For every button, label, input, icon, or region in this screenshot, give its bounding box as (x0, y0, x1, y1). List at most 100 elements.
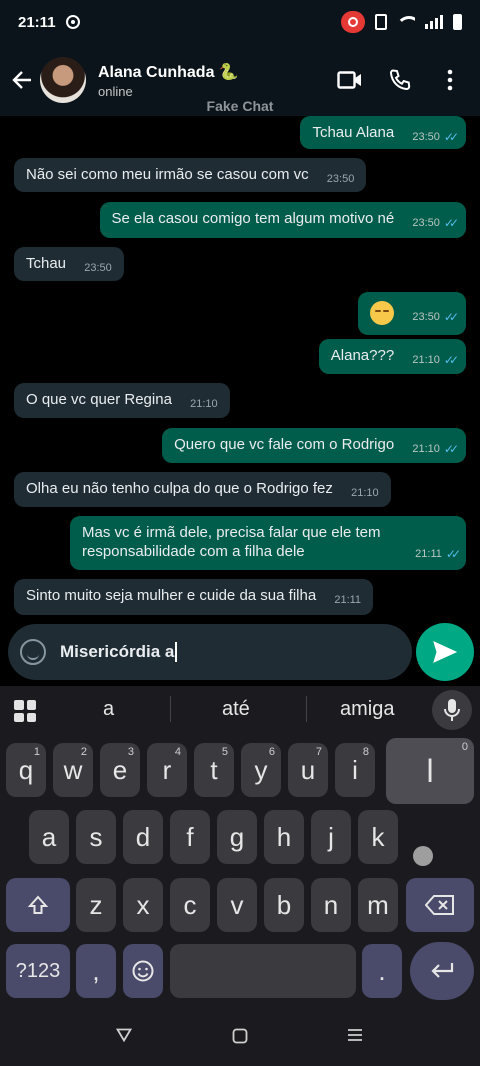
nav-back-icon[interactable] (115, 1028, 133, 1047)
message-incoming[interactable]: Não sei como meu irmão se casou com vc 2… (14, 158, 367, 192)
message-outgoing[interactable]: Se ela casou comigo tem algum motivo né … (99, 202, 466, 238)
message-input[interactable]: Misericórdia a (8, 624, 412, 680)
message-outgoing[interactable]: Quero que vc fale com o Rodrigo 21:10 ✓✓ (162, 428, 466, 463)
more-options-icon[interactable] (436, 66, 464, 94)
key-g[interactable]: g (217, 810, 257, 864)
message-text: Se ela casou comigo tem algum motivo né (111, 210, 395, 227)
enter-key[interactable] (410, 942, 474, 1000)
key-t[interactable]: t5 (194, 743, 234, 797)
message-incoming[interactable]: Olha eu não tenho culpa do que o Rodrigo… (14, 472, 391, 507)
message-time: 23:50 (412, 217, 440, 229)
back-arrow-icon[interactable] (2, 60, 42, 100)
key-z[interactable]: z (76, 878, 116, 932)
key-m[interactable]: m (358, 878, 398, 932)
message-time: 23:50 (412, 310, 440, 323)
key-x[interactable]: x (123, 878, 163, 932)
nav-home-icon[interactable] (232, 1028, 248, 1049)
key-i[interactable]: i8 (335, 743, 375, 797)
key-s[interactable]: s (76, 810, 116, 864)
recording-icon (341, 11, 365, 33)
key-v[interactable]: v (217, 878, 257, 932)
microphone-icon[interactable] (432, 690, 472, 730)
space-key[interactable] (170, 944, 356, 998)
message-time: 23:50 (84, 262, 112, 274)
key-f[interactable]: f (170, 810, 210, 864)
suggestion-1[interactable]: a (103, 698, 114, 721)
key-w[interactable]: w2 (53, 743, 93, 797)
send-button[interactable] (416, 623, 474, 681)
message-outgoing[interactable]: 23:50 ✓✓ (358, 292, 466, 335)
read-ticks-icon: ✓✓ (445, 547, 461, 561)
suggestion-3[interactable]: amiga (340, 698, 394, 721)
message-outgoing[interactable]: Alana??? 21:10 ✓✓ (318, 339, 466, 374)
message-time: 21:10 (412, 443, 440, 455)
vibrate-icon (375, 14, 387, 30)
message-incoming[interactable]: O que vc quer Regina 21:10 (14, 383, 230, 418)
comma-key[interactable]: , (76, 944, 116, 998)
message-time: 21:10 (190, 398, 218, 410)
key-e[interactable]: e3 (100, 743, 140, 797)
key-n[interactable]: n (311, 878, 351, 932)
emoji-icon[interactable] (20, 639, 46, 665)
message-text: Alana??? (330, 347, 395, 364)
signal-icon (425, 15, 443, 29)
key-u[interactable]: u7 (288, 743, 328, 797)
key-h[interactable]: h (264, 810, 304, 864)
read-ticks-icon: ✓✓ (443, 309, 459, 324)
key-q[interactable]: q1 (6, 743, 46, 797)
avatar[interactable] (40, 57, 86, 103)
symbols-key[interactable]: ?123 (6, 944, 70, 998)
emoji-key[interactable] (123, 944, 163, 998)
enter-icon (431, 963, 454, 978)
message-time: 23:50 (326, 173, 355, 185)
contact-name: Alana Cunhada 🐍 (98, 63, 239, 81)
message-incoming[interactable]: Sinto muito seja mulher e cuide da sua f… (14, 579, 374, 615)
key-l-popup[interactable]: l0 (386, 738, 474, 804)
read-ticks-icon: ✓✓ (443, 130, 459, 144)
message-time: 23:50 (412, 131, 440, 143)
voice-call-icon[interactable] (386, 66, 414, 94)
key-c[interactable]: c (170, 878, 210, 932)
navigation-bar (0, 1010, 480, 1066)
message-input-text[interactable]: Misericórdia a (60, 642, 174, 662)
message-outgoing[interactable]: Mas vc é irmã dele, precisa falar que el… (70, 516, 466, 570)
key-b[interactable]: b (264, 878, 304, 932)
message-text: O que vc quer Regina (26, 391, 172, 408)
message-text: Tchau Alana (312, 124, 395, 141)
status-icons (341, 11, 462, 33)
message-time: 21:10 (412, 354, 440, 366)
backspace-key[interactable] (406, 878, 474, 932)
shift-key[interactable] (6, 878, 70, 932)
key-k[interactable]: k (358, 810, 398, 864)
read-ticks-icon: ✓✓ (443, 353, 459, 367)
key-a[interactable]: a (29, 810, 69, 864)
touch-indicator (413, 846, 433, 866)
message-outgoing[interactable]: Tchau Alana 23:50 ✓✓ (300, 116, 466, 149)
status-bar: 21:11 (0, 0, 480, 44)
contact-status: online (98, 83, 133, 99)
message-text: Sinto muito seja mulher e cuide da sua f… (26, 587, 317, 604)
composer: Misericórdia a (0, 622, 480, 686)
period-key[interactable]: . (362, 944, 402, 998)
suggestion-2[interactable]: até (222, 698, 250, 721)
video-call-icon[interactable] (336, 66, 364, 94)
read-ticks-icon: ✓✓ (443, 216, 459, 230)
read-ticks-icon: ✓✓ (443, 442, 459, 456)
key-j[interactable]: j (311, 810, 351, 864)
nav-recents-icon[interactable] (347, 1028, 363, 1047)
apps-grid-icon[interactable] (14, 700, 36, 722)
message-text: Tchau (26, 255, 67, 272)
message-list[interactable]: Tchau Alana 23:50 ✓✓ Não sei como meu irm… (0, 116, 480, 622)
status-time: 21:11 (18, 13, 56, 31)
contact-info[interactable]: Alana Cunhada 🐍 online (98, 62, 239, 99)
shift-icon (27, 895, 49, 914)
key-y[interactable]: y6 (241, 743, 281, 797)
message-time: 21:10 (351, 487, 379, 499)
message-time: 21:11 (415, 548, 442, 560)
battery-icon (453, 14, 462, 30)
suggestion-divider (306, 696, 307, 722)
key-d[interactable]: d (123, 810, 163, 864)
key-r[interactable]: r4 (147, 743, 187, 797)
suggestion-divider (170, 696, 171, 722)
message-incoming[interactable]: Tchau 23:50 (14, 247, 124, 281)
